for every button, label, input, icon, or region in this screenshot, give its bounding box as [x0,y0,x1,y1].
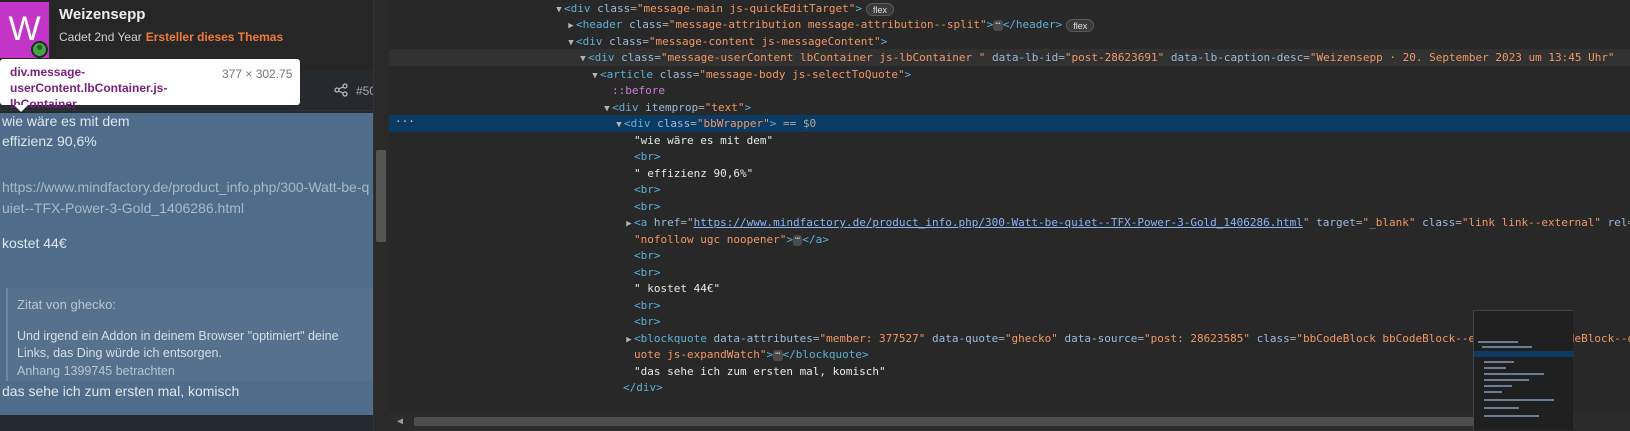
username[interactable]: Weizensepp [59,6,145,23]
node-actions-icon[interactable]: ··· [395,115,415,128]
tooltip-dimensions: 377 × 302.75 [222,67,293,81]
post-number-link[interactable]: #50 [356,84,373,98]
dom-node-hovered[interactable]: ▼ <div class="message-userContent lbConta… [389,49,1630,66]
dom-node[interactable]: ▼ <div itemprop="text"> [389,99,1630,116]
dom-node-selected[interactable]: ▼ <div class="bbWrapper"> == $0 [389,115,1630,132]
dom-node-blockquote-cont[interactable]: uote js-expandWatch"> ⋯ </blockquote> [389,346,1630,363]
dom-node[interactable]: <br> [389,247,1630,264]
devtools-minimap-preview [1473,310,1574,430]
dom-node[interactable]: <br> [389,313,1630,330]
online-status-icon [31,41,48,58]
dom-text-node[interactable]: "wie wäre es mit dem" [389,132,1630,149]
flex-badge[interactable]: flex [1066,18,1095,32]
dom-pseudo-element[interactable]: ::before [389,82,1630,99]
dom-node[interactable]: <br> [389,264,1630,281]
devtools-horizontal-scrollbar[interactable]: ◀ [389,413,1630,431]
post-text-line: kostet 44€ [2,235,67,251]
forum-scrollbar-thumb[interactable] [376,150,386,242]
scroll-left-icon[interactable]: ◀ [397,416,403,427]
thread-creator-badge: Ersteller dieses Themas [145,30,284,44]
dom-node-link-cont[interactable]: "nofollow ugc noopener"> ⋯ </a> [389,231,1630,248]
post-text-line: effizienz 90,6% [2,133,97,149]
user-rank: Cadet 2nd Year Ersteller dieses Themas [59,30,283,44]
ellipsis-icon[interactable]: ⋯ [993,19,1003,31]
flex-badge[interactable]: flex [866,2,895,16]
devtools-elements-panel: ▼ <div class="message-main js-quickEditTa… [389,0,1630,431]
dom-node[interactable]: <br> [389,181,1630,198]
post-external-link[interactable]: https://www.mindfactory.de/product_info.… [2,177,373,219]
attachment-link[interactable]: Anhang 1399745 betrachten [17,364,175,378]
screen: W Weizensepp Cadet 2nd Year Ersteller die… [0,0,1630,431]
dom-node[interactable]: <br> [389,198,1630,215]
post-text-line: wie wäre es mit dem [2,113,130,129]
quote-author[interactable]: Zitat von ghecko: [17,297,116,312]
quote-block: Zitat von ghecko: Und irgend ein Addon i… [6,288,373,381]
share-icon[interactable] [334,83,348,97]
dom-node-link[interactable]: ▶ <a href="https://www.mindfactory.de/pro… [389,214,1630,231]
ellipsis-icon[interactable]: ⋯ [792,234,803,246]
dom-node-blockquote[interactable]: ▶ <blockquote data-attributes="member: 37… [389,330,1630,347]
dom-text-node[interactable]: " effizienz 90,6%" [389,165,1630,182]
dom-node[interactable]: <br> [389,297,1630,314]
rank-label: Cadet 2nd Year [59,30,142,44]
href-link[interactable]: https://www.mindfactory.de/product_info.… [694,216,1303,229]
tooltip-selector: div.message-userContent.lbContainer.js-l… [10,65,168,111]
devtools-scrollbar-thumb[interactable] [414,417,1474,426]
dom-text-node[interactable]: "das sehe ich zum ersten mal, komisch" [389,363,1630,380]
dom-node[interactable]: ▼ <div class="message-content js-messageC… [389,33,1630,50]
dom-text-node[interactable]: " kostet 44€" [389,280,1630,297]
dom-node[interactable]: <br> [389,148,1630,165]
dom-node[interactable]: ▼ <article class="message-body js-selectT… [389,66,1630,83]
post-text-line: das sehe ich zum ersten mal, komisch [2,383,240,399]
quote-text: Und irgend ein Addon in deinem Browser "… [17,329,339,360]
dom-node[interactable]: ▶ <header class="message-attribution mess… [389,16,1630,33]
inspect-tooltip: div.message-userContent.lbContainer.js-l… [0,59,300,112]
dom-close-tag[interactable]: </div> [389,379,1630,396]
forum-panel: W Weizensepp Cadet 2nd Year Ersteller die… [0,0,373,431]
ellipsis-icon[interactable]: ⋯ [773,349,783,361]
dom-node[interactable]: ▼ <div class="message-main js-quickEditTa… [389,0,1630,17]
